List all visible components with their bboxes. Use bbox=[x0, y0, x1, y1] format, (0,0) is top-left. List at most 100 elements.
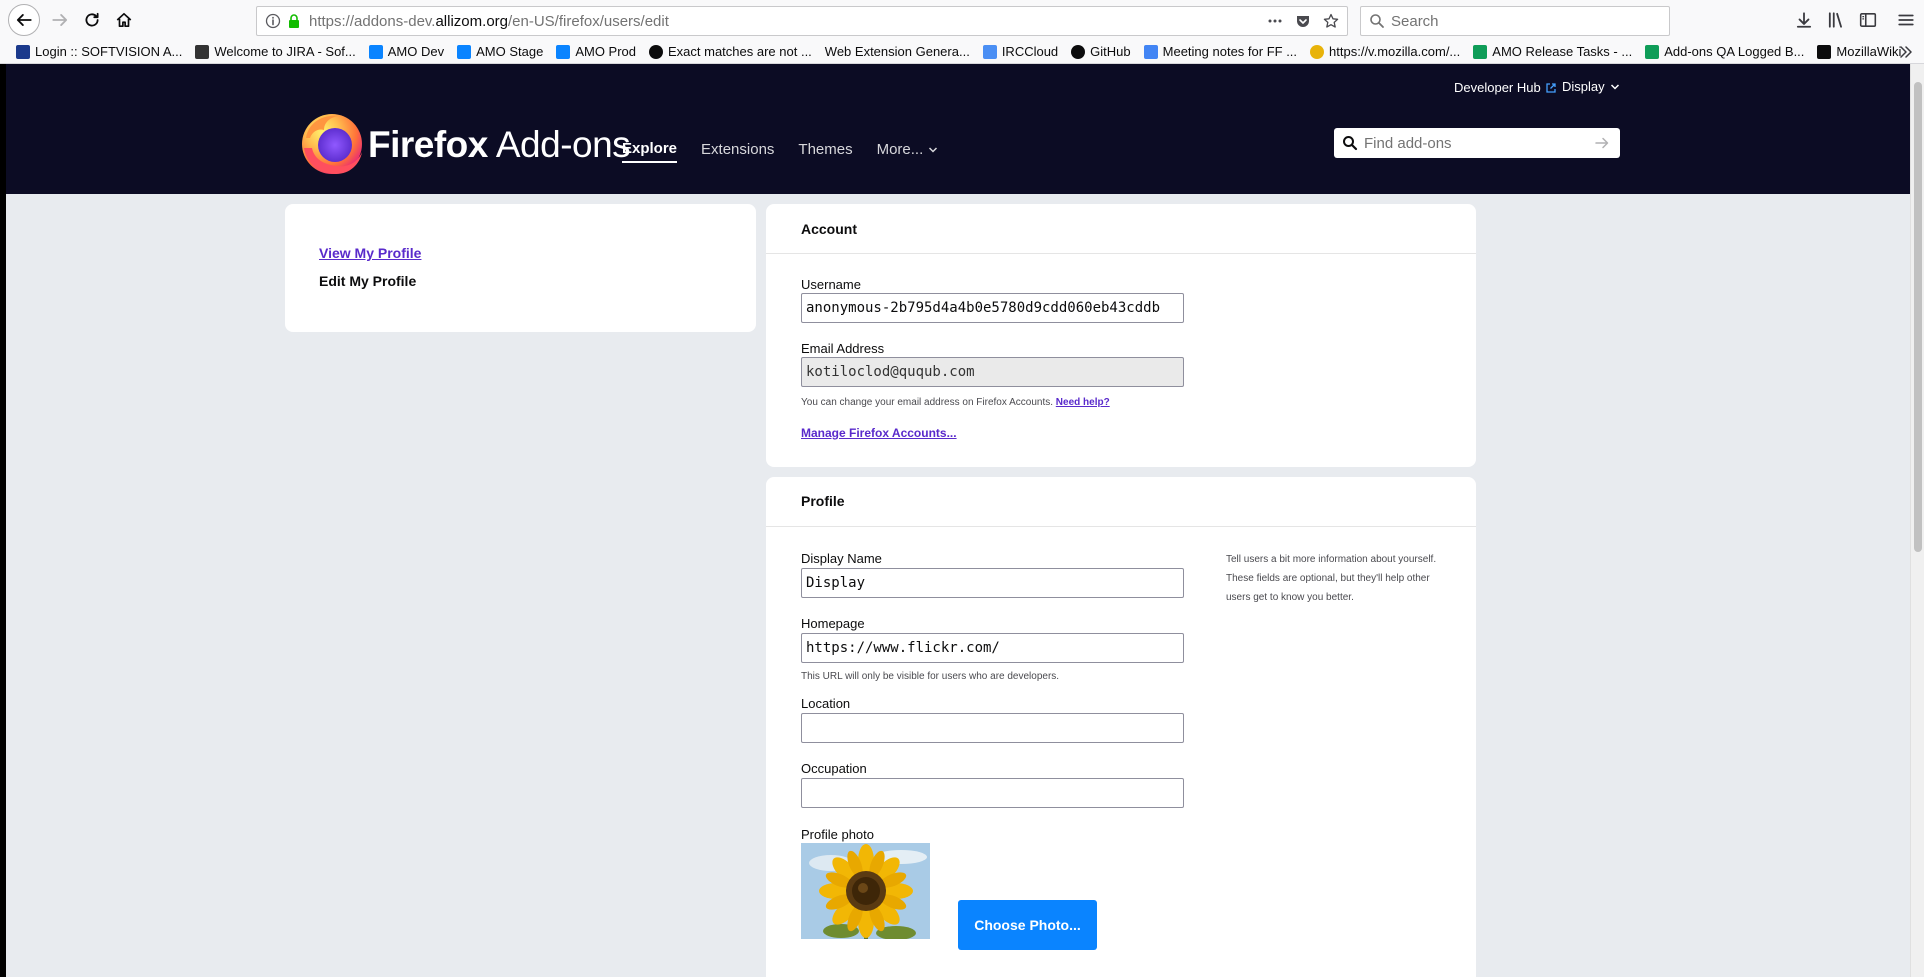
bookmark-label: Add-ons QA Logged B... bbox=[1664, 44, 1805, 59]
bookmark-star-icon[interactable] bbox=[1323, 13, 1339, 29]
bookmark-label: AMO Release Tasks - ... bbox=[1492, 44, 1633, 59]
url-bar[interactable]: https://addons-dev.allizom.org/en-US/fir… bbox=[256, 6, 1348, 36]
display-name-field[interactable] bbox=[801, 568, 1184, 598]
back-button[interactable] bbox=[8, 4, 40, 36]
view-profile-link[interactable]: View My Profile bbox=[319, 245, 421, 261]
github-icon bbox=[649, 44, 663, 59]
divider bbox=[766, 526, 1476, 527]
bookmark-item[interactable]: Meeting notes for FF ... bbox=[1143, 44, 1297, 59]
account-title: Account bbox=[801, 221, 857, 237]
home-icon bbox=[116, 12, 132, 28]
user-menu[interactable]: Display bbox=[1562, 79, 1620, 94]
page-content: Developer Hub Display Firefox Add-ons Ex… bbox=[6, 64, 1910, 977]
location-field[interactable] bbox=[801, 713, 1184, 743]
homepage-field[interactable] bbox=[801, 633, 1184, 663]
forward-button[interactable] bbox=[44, 4, 76, 36]
developer-hub-label: Developer Hub bbox=[1454, 80, 1541, 95]
browser-search-input[interactable] bbox=[1391, 12, 1651, 30]
nav-explore[interactable]: Explore bbox=[622, 140, 678, 163]
amo-icon bbox=[457, 44, 472, 59]
nav-extensions[interactable]: Extensions bbox=[701, 141, 774, 162]
site-brand[interactable]: Firefox Add-ons bbox=[368, 124, 631, 166]
arrow-right-icon[interactable] bbox=[1594, 135, 1610, 151]
bookmark-item[interactable]: AMO Release Tasks - ... bbox=[1473, 44, 1632, 59]
bookmark-item[interactable]: AMO Prod bbox=[556, 44, 636, 59]
bookmark-item[interactable]: MozillaWiki bbox=[1817, 44, 1901, 59]
email-hint-text: You can change your email address on Fir… bbox=[801, 397, 1054, 408]
homepage-label: Homepage bbox=[801, 616, 865, 631]
pocket-icon[interactable] bbox=[1295, 13, 1311, 29]
bookmark-label: AMO Stage bbox=[476, 44, 544, 59]
addon-search[interactable] bbox=[1334, 128, 1620, 158]
manage-accounts-link[interactable]: Manage Firefox Accounts... bbox=[801, 426, 957, 440]
bookmark-item[interactable]: Add-ons QA Logged B... bbox=[1645, 44, 1804, 59]
bookmark-item[interactable]: Login :: SOFTVISION A... bbox=[16, 44, 182, 59]
account-card: Account Username Email Address You can c… bbox=[766, 204, 1476, 467]
bookmark-item[interactable]: AMO Dev bbox=[368, 44, 444, 59]
lock-icon[interactable] bbox=[287, 13, 301, 29]
url-prefix: https://addons-dev. bbox=[309, 12, 436, 30]
sheets-icon bbox=[1473, 44, 1488, 59]
search-icon bbox=[1370, 14, 1384, 28]
bookmark-label: Web Extension Genera... bbox=[824, 44, 970, 59]
username-field[interactable] bbox=[801, 293, 1184, 323]
chevron-down-icon bbox=[929, 146, 938, 153]
occupation-field[interactable] bbox=[801, 778, 1184, 808]
bookmark-label: MozillaWiki bbox=[1836, 44, 1902, 59]
firefox-logo-icon[interactable] bbox=[298, 108, 366, 176]
hamburger-menu-icon[interactable] bbox=[1896, 10, 1916, 30]
divider bbox=[766, 253, 1476, 254]
brand-addons: Add-ons bbox=[495, 124, 631, 165]
sunflower-image bbox=[801, 843, 930, 939]
nav-themes[interactable]: Themes bbox=[798, 141, 852, 162]
occupation-label: Occupation bbox=[801, 761, 867, 776]
downloads-icon[interactable] bbox=[1794, 10, 1814, 30]
developer-hub-link[interactable]: Developer Hub bbox=[1454, 80, 1556, 95]
browser-toolbar: https://addons-dev.allizom.org/en-US/fir… bbox=[0, 0, 1924, 40]
addon-search-input[interactable] bbox=[1364, 134, 1584, 152]
bookmark-label: AMO Prod bbox=[575, 44, 636, 59]
info-icon[interactable] bbox=[265, 13, 281, 29]
profile-photo bbox=[801, 843, 930, 939]
bookmarks-toolbar: Login :: SOFTVISION A... Welcome to JIRA … bbox=[0, 40, 1924, 64]
reload-button[interactable] bbox=[76, 4, 108, 36]
user-menu-label: Display bbox=[1562, 79, 1605, 94]
scrollbar-thumb[interactable] bbox=[1914, 82, 1922, 552]
username-label: Username bbox=[801, 277, 861, 292]
profile-card: Profile Tell users a bit more informatio… bbox=[766, 477, 1476, 977]
choose-photo-button[interactable]: Choose Photo... bbox=[958, 900, 1097, 950]
need-help-link[interactable]: Need help? bbox=[1056, 397, 1110, 408]
bookmark-item[interactable]: https://v.mozilla.com/... bbox=[1310, 44, 1460, 59]
sidebar-toggle-icon[interactable] bbox=[1858, 10, 1878, 30]
bookmark-item[interactable]: Welcome to JIRA - Sof... bbox=[195, 44, 356, 59]
nav-more[interactable]: More... bbox=[877, 141, 939, 162]
bookmark-item[interactable]: IRCCloud bbox=[982, 44, 1059, 59]
brand-firefox: Firefox bbox=[368, 124, 488, 165]
url-text[interactable]: https://addons-dev.allizom.org/en-US/fir… bbox=[309, 13, 1267, 30]
page-actions-icon[interactable] bbox=[1267, 13, 1283, 29]
bookmark-item[interactable]: GitHub bbox=[1071, 44, 1131, 59]
profile-photo-label: Profile photo bbox=[801, 827, 874, 842]
sheets-icon bbox=[1645, 44, 1660, 59]
arrow-left-icon bbox=[16, 14, 32, 26]
bookmark-label: Login :: SOFTVISION A... bbox=[35, 44, 183, 59]
chevron-down-icon bbox=[1610, 83, 1619, 90]
bookmark-item[interactable]: Exact matches are not ... bbox=[649, 44, 812, 59]
mozillawiki-icon bbox=[1817, 44, 1832, 59]
home-button[interactable] bbox=[108, 4, 140, 36]
bookmark-label: IRCCloud bbox=[1001, 44, 1059, 59]
url-actions bbox=[1267, 13, 1339, 29]
browser-search-bar[interactable] bbox=[1360, 6, 1670, 36]
bookmark-item[interactable]: Web Extension Genera... bbox=[825, 44, 970, 59]
bookmarks-overflow-icon[interactable] bbox=[1898, 44, 1914, 60]
page-scrollbar[interactable] bbox=[1910, 64, 1924, 977]
external-link-icon bbox=[1546, 82, 1556, 93]
bookmark-label: https://v.mozilla.com/... bbox=[1329, 44, 1461, 59]
amo-icon bbox=[556, 44, 571, 59]
jira-icon bbox=[195, 44, 210, 59]
bookmark-item[interactable]: AMO Stage bbox=[457, 44, 543, 59]
docs-icon bbox=[1143, 44, 1158, 59]
library-icon[interactable] bbox=[1826, 10, 1846, 30]
main-nav: Explore Extensions Themes More... bbox=[622, 140, 962, 163]
github-icon bbox=[1071, 44, 1086, 59]
